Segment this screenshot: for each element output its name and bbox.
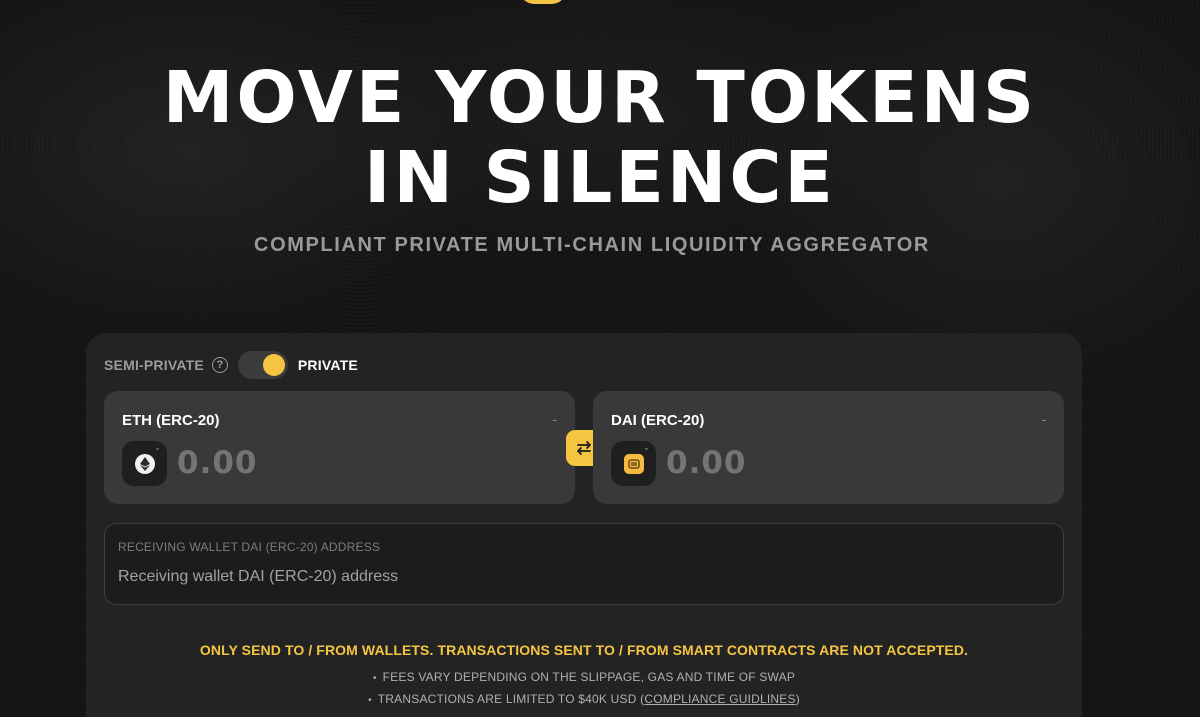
from-token-panel: ETH (ERC-20) - ˇ xyxy=(104,391,575,504)
to-token-name: DAI (ERC-20) xyxy=(611,412,705,429)
hero-title: MOVE YOUR TOKENS IN SILENCE xyxy=(0,58,1200,218)
compliance-guidelines-link[interactable]: COMPLIANCE GUIDLINES xyxy=(644,692,795,706)
to-amount-input[interactable] xyxy=(666,443,1026,483)
eth-icon xyxy=(134,453,155,474)
bullet-icon: • xyxy=(368,695,372,706)
help-icon[interactable]: ? xyxy=(211,357,228,373)
hero-title-line-2: IN SILENCE xyxy=(364,136,836,219)
dai-icon xyxy=(623,453,644,474)
bullet-icon: • xyxy=(372,673,377,684)
to-token-panel: DAI (ERC-20) - ˇ xyxy=(593,391,1064,504)
list-item: • FEES VARY DEPENDING ON THE SLIPPAGE, GA… xyxy=(86,668,1082,690)
list-item: • TRANSACTIONS ARE LIMITED TO $40K USD (C… xyxy=(86,690,1082,712)
to-token-balance: - xyxy=(1041,411,1046,427)
fees-note: FEES VARY DEPENDING ON THE SLIPPAGE, GAS… xyxy=(382,670,796,684)
receiving-address-field[interactable]: RECEIVING WALLET DAI (ERC-20) ADDRESS xyxy=(104,523,1064,605)
from-token-selector[interactable]: ˇ xyxy=(122,441,167,486)
limit-note-prefix: TRANSACTIONS ARE LIMITED TO $40K USD ( xyxy=(377,692,645,706)
hero-title-line-1: MOVE YOUR TOKENS xyxy=(162,56,1038,139)
from-token-balance: - xyxy=(552,411,557,427)
swap-arrows-icon xyxy=(577,441,591,455)
toggle-knob xyxy=(262,354,285,376)
hero-subtitle: COMPLIANT PRIVATE MULTI-CHAIN LIQUIDITY … xyxy=(254,234,930,256)
receiving-address-label: RECEIVING WALLET DAI (ERC-20) ADDRESS xyxy=(118,540,381,554)
privacy-toggle[interactable] xyxy=(237,351,288,379)
from-token-name: ETH (ERC-20) xyxy=(122,412,220,429)
privacy-mode-row: SEMI-PRIVATE ? PRIVATE xyxy=(104,350,358,380)
limit-note-suffix: ) xyxy=(795,692,800,706)
receiving-address-input[interactable] xyxy=(118,564,1038,590)
private-label[interactable]: PRIVATE xyxy=(298,357,358,373)
from-amount-input[interactable] xyxy=(177,443,537,483)
smart-contract-warning: ONLY SEND TO / FROM WALLETS. TRANSACTION… xyxy=(199,642,969,658)
chevron-down-icon: ˇ xyxy=(645,447,648,457)
chevron-down-icon: ˇ xyxy=(156,447,159,457)
logo xyxy=(520,0,566,4)
semi-private-label[interactable]: SEMI-PRIVATE xyxy=(104,357,204,373)
to-token-selector[interactable]: ˇ xyxy=(611,441,656,486)
notes-list: • FEES VARY DEPENDING ON THE SLIPPAGE, GA… xyxy=(86,668,1082,712)
